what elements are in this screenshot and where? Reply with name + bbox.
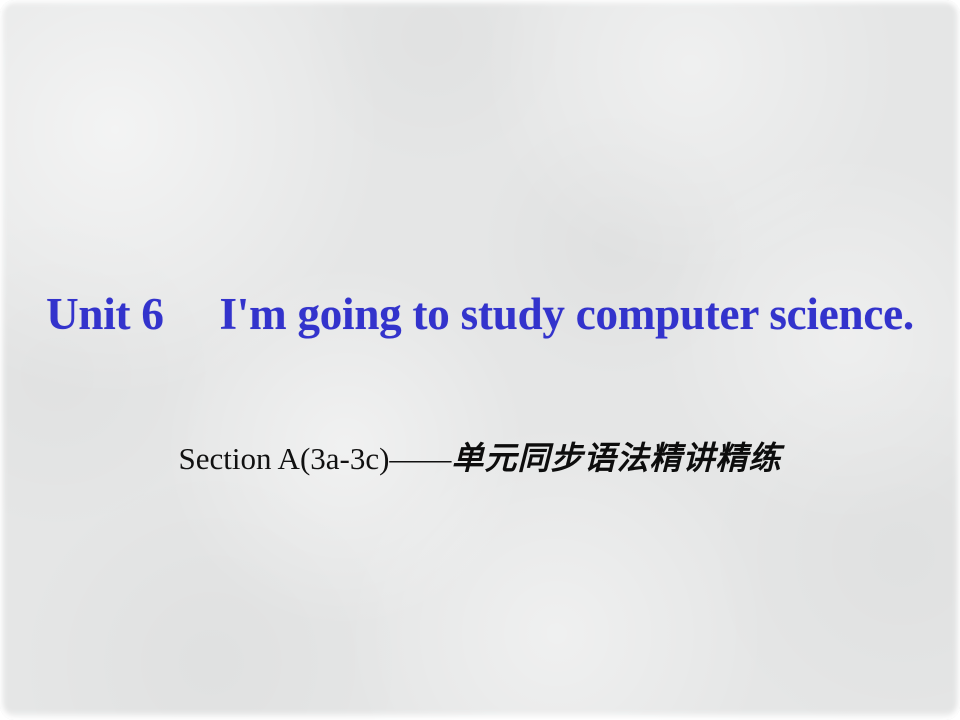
slide-subtitle-chinese-label: 单元同步语法精讲精练 — [451, 439, 782, 477]
slide-title-block: Unit 6 I'm going to study computer scien… — [0, 289, 960, 339]
slide-subtitle-section-label: Section A(3a-3c)—— — [178, 441, 452, 476]
slide-title: Unit 6 I'm going to study computer scien… — [46, 289, 914, 339]
slide-subtitle-block: Section A(3a-3c)——单元同步语法精讲精练 — [0, 437, 960, 480]
presentation-slide: Unit 6 I'm going to study computer scien… — [0, 0, 960, 720]
slide-subtitle: Section A(3a-3c)——单元同步语法精讲精练 — [179, 437, 782, 480]
